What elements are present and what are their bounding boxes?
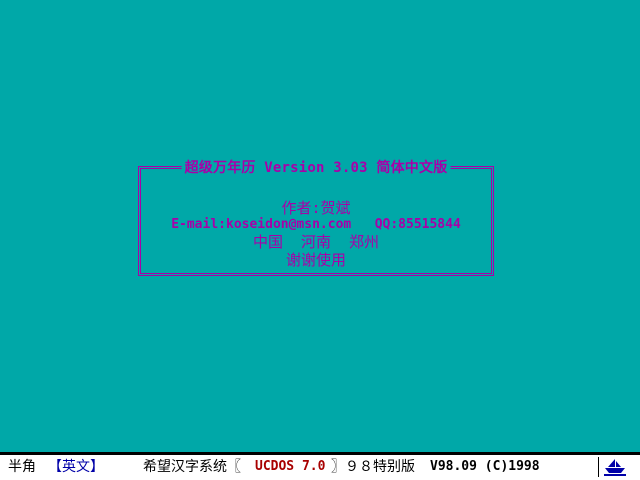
product-name-label: UCDOS 7.0 (255, 459, 326, 474)
contact-line: E-mail:koseidon@msn.com QQ:85515844 (171, 217, 461, 232)
system-name-label: 希望汉字系统〖 (143, 459, 241, 475)
width-mode-indicator[interactable]: 半角 (8, 455, 36, 479)
ship-icon[interactable] (604, 458, 626, 476)
status-bar: 半角 【英文】 希望汉字系统〖 UCDOS 7.0 〗９８特别版 V98.09 … (0, 452, 640, 480)
dos-screen: 超级万年历 Version 3.03 简体中文版 作者:贺斌 E-mail:ko… (0, 0, 640, 452)
input-mode-indicator[interactable]: 【英文】 (48, 455, 104, 479)
edition-label: 〗９８特别版 (331, 459, 415, 475)
status-divider (598, 457, 599, 477)
author-line: 作者:贺斌 (281, 199, 351, 217)
dialog-title: 超级万年历 Version 3.03 简体中文版 (181, 159, 451, 177)
version-label: V98.09 (C)1998 (430, 459, 540, 474)
about-dialog: 超级万年历 Version 3.03 简体中文版 作者:贺斌 E-mail:ko… (138, 159, 494, 276)
thanks-line: 谢谢使用 (285, 251, 346, 269)
location-line: 中国 河南 郑州 (252, 233, 380, 251)
